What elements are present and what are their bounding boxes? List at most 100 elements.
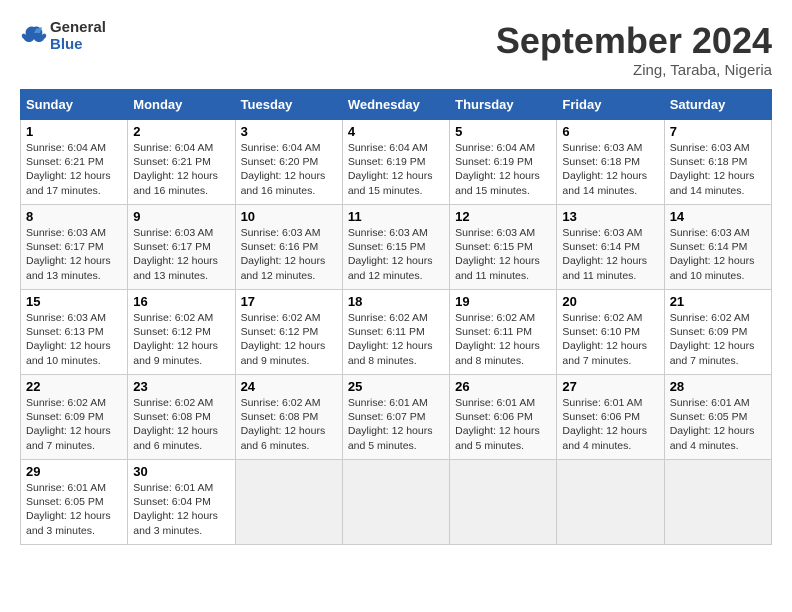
day-number: 30 bbox=[133, 464, 229, 479]
day-info: Sunrise: 6:01 AMSunset: 6:06 PMDaylight:… bbox=[562, 397, 647, 452]
day-info: Sunrise: 6:02 AMSunset: 6:08 PMDaylight:… bbox=[241, 397, 326, 452]
day-number: 25 bbox=[348, 379, 444, 394]
header-saturday: Saturday bbox=[664, 90, 771, 120]
table-cell: 13 Sunrise: 6:03 AMSunset: 6:14 PMDaylig… bbox=[557, 205, 664, 290]
table-cell: 25 Sunrise: 6:01 AMSunset: 6:07 PMDaylig… bbox=[342, 375, 449, 460]
day-info: Sunrise: 6:04 AMSunset: 6:19 PMDaylight:… bbox=[348, 142, 433, 197]
day-info: Sunrise: 6:02 AMSunset: 6:08 PMDaylight:… bbox=[133, 397, 218, 452]
logo-container: General Blue bbox=[20, 20, 106, 53]
day-info: Sunrise: 6:02 AMSunset: 6:09 PMDaylight:… bbox=[26, 397, 111, 452]
day-info: Sunrise: 6:03 AMSunset: 6:18 PMDaylight:… bbox=[562, 142, 647, 197]
table-cell: 23 Sunrise: 6:02 AMSunset: 6:08 PMDaylig… bbox=[128, 375, 235, 460]
calendar-table: Sunday Monday Tuesday Wednesday Thursday… bbox=[20, 89, 772, 545]
header-thursday: Thursday bbox=[450, 90, 557, 120]
table-cell: 30 Sunrise: 6:01 AMSunset: 6:04 PMDaylig… bbox=[128, 460, 235, 545]
day-number: 28 bbox=[670, 379, 766, 394]
day-info: Sunrise: 6:02 AMSunset: 6:11 PMDaylight:… bbox=[348, 312, 433, 367]
day-info: Sunrise: 6:03 AMSunset: 6:16 PMDaylight:… bbox=[241, 227, 326, 282]
day-info: Sunrise: 6:02 AMSunset: 6:10 PMDaylight:… bbox=[562, 312, 647, 367]
day-info: Sunrise: 6:02 AMSunset: 6:12 PMDaylight:… bbox=[241, 312, 326, 367]
day-info: Sunrise: 6:01 AMSunset: 6:06 PMDaylight:… bbox=[455, 397, 540, 452]
day-number: 19 bbox=[455, 294, 551, 309]
day-info: Sunrise: 6:01 AMSunset: 6:07 PMDaylight:… bbox=[348, 397, 433, 452]
day-number: 17 bbox=[241, 294, 337, 309]
table-cell: 19 Sunrise: 6:02 AMSunset: 6:11 PMDaylig… bbox=[450, 290, 557, 375]
day-number: 5 bbox=[455, 124, 551, 139]
table-cell: 28 Sunrise: 6:01 AMSunset: 6:05 PMDaylig… bbox=[664, 375, 771, 460]
day-info: Sunrise: 6:04 AMSunset: 6:19 PMDaylight:… bbox=[455, 142, 540, 197]
week-row-2: 8 Sunrise: 6:03 AMSunset: 6:17 PMDayligh… bbox=[21, 205, 772, 290]
day-number: 18 bbox=[348, 294, 444, 309]
table-cell: 24 Sunrise: 6:02 AMSunset: 6:08 PMDaylig… bbox=[235, 375, 342, 460]
day-info: Sunrise: 6:01 AMSunset: 6:04 PMDaylight:… bbox=[133, 482, 218, 537]
day-number: 7 bbox=[670, 124, 766, 139]
day-info: Sunrise: 6:02 AMSunset: 6:12 PMDaylight:… bbox=[133, 312, 218, 367]
table-cell: 26 Sunrise: 6:01 AMSunset: 6:06 PMDaylig… bbox=[450, 375, 557, 460]
week-row-5: 29 Sunrise: 6:01 AMSunset: 6:05 PMDaylig… bbox=[21, 460, 772, 545]
table-cell: 14 Sunrise: 6:03 AMSunset: 6:14 PMDaylig… bbox=[664, 205, 771, 290]
day-number: 24 bbox=[241, 379, 337, 394]
day-info: Sunrise: 6:04 AMSunset: 6:21 PMDaylight:… bbox=[133, 142, 218, 197]
day-number: 6 bbox=[562, 124, 658, 139]
table-cell: 6 Sunrise: 6:03 AMSunset: 6:18 PMDayligh… bbox=[557, 120, 664, 205]
day-number: 1 bbox=[26, 124, 122, 139]
day-number: 16 bbox=[133, 294, 229, 309]
day-number: 26 bbox=[455, 379, 551, 394]
day-number: 2 bbox=[133, 124, 229, 139]
table-cell: 15 Sunrise: 6:03 AMSunset: 6:13 PMDaylig… bbox=[21, 290, 128, 375]
table-cell bbox=[557, 460, 664, 545]
table-cell: 16 Sunrise: 6:02 AMSunset: 6:12 PMDaylig… bbox=[128, 290, 235, 375]
day-number: 27 bbox=[562, 379, 658, 394]
table-cell: 20 Sunrise: 6:02 AMSunset: 6:10 PMDaylig… bbox=[557, 290, 664, 375]
header-tuesday: Tuesday bbox=[235, 90, 342, 120]
table-cell: 21 Sunrise: 6:02 AMSunset: 6:09 PMDaylig… bbox=[664, 290, 771, 375]
day-number: 14 bbox=[670, 209, 766, 224]
day-number: 15 bbox=[26, 294, 122, 309]
day-number: 13 bbox=[562, 209, 658, 224]
day-info: Sunrise: 6:03 AMSunset: 6:17 PMDaylight:… bbox=[133, 227, 218, 282]
day-number: 12 bbox=[455, 209, 551, 224]
day-number: 22 bbox=[26, 379, 122, 394]
table-cell bbox=[235, 460, 342, 545]
day-number: 3 bbox=[241, 124, 337, 139]
day-info: Sunrise: 6:03 AMSunset: 6:15 PMDaylight:… bbox=[348, 227, 433, 282]
table-cell: 10 Sunrise: 6:03 AMSunset: 6:16 PMDaylig… bbox=[235, 205, 342, 290]
table-cell: 22 Sunrise: 6:02 AMSunset: 6:09 PMDaylig… bbox=[21, 375, 128, 460]
header-sunday: Sunday bbox=[21, 90, 128, 120]
day-info: Sunrise: 6:02 AMSunset: 6:11 PMDaylight:… bbox=[455, 312, 540, 367]
day-number: 23 bbox=[133, 379, 229, 394]
logo-text-general: General bbox=[50, 20, 106, 37]
day-number: 29 bbox=[26, 464, 122, 479]
table-cell: 17 Sunrise: 6:02 AMSunset: 6:12 PMDaylig… bbox=[235, 290, 342, 375]
day-info: Sunrise: 6:01 AMSunset: 6:05 PMDaylight:… bbox=[26, 482, 111, 537]
table-cell: 3 Sunrise: 6:04 AMSunset: 6:20 PMDayligh… bbox=[235, 120, 342, 205]
day-number: 20 bbox=[562, 294, 658, 309]
week-row-4: 22 Sunrise: 6:02 AMSunset: 6:09 PMDaylig… bbox=[21, 375, 772, 460]
header-wednesday: Wednesday bbox=[342, 90, 449, 120]
logo-bird-icon bbox=[20, 23, 48, 51]
day-number: 9 bbox=[133, 209, 229, 224]
table-cell: 11 Sunrise: 6:03 AMSunset: 6:15 PMDaylig… bbox=[342, 205, 449, 290]
table-cell: 5 Sunrise: 6:04 AMSunset: 6:19 PMDayligh… bbox=[450, 120, 557, 205]
page-header: General Blue September 2024 Zing, Taraba… bbox=[20, 20, 772, 79]
table-cell: 18 Sunrise: 6:02 AMSunset: 6:11 PMDaylig… bbox=[342, 290, 449, 375]
week-row-3: 15 Sunrise: 6:03 AMSunset: 6:13 PMDaylig… bbox=[21, 290, 772, 375]
table-cell: 7 Sunrise: 6:03 AMSunset: 6:18 PMDayligh… bbox=[664, 120, 771, 205]
header-friday: Friday bbox=[557, 90, 664, 120]
day-number: 10 bbox=[241, 209, 337, 224]
table-cell: 9 Sunrise: 6:03 AMSunset: 6:17 PMDayligh… bbox=[128, 205, 235, 290]
table-cell: 1 Sunrise: 6:04 AMSunset: 6:21 PMDayligh… bbox=[21, 120, 128, 205]
day-info: Sunrise: 6:03 AMSunset: 6:18 PMDaylight:… bbox=[670, 142, 755, 197]
table-cell: 12 Sunrise: 6:03 AMSunset: 6:15 PMDaylig… bbox=[450, 205, 557, 290]
day-info: Sunrise: 6:03 AMSunset: 6:15 PMDaylight:… bbox=[455, 227, 540, 282]
day-number: 21 bbox=[670, 294, 766, 309]
day-info: Sunrise: 6:03 AMSunset: 6:13 PMDaylight:… bbox=[26, 312, 111, 367]
day-info: Sunrise: 6:03 AMSunset: 6:14 PMDaylight:… bbox=[562, 227, 647, 282]
month-title: September 2024 bbox=[496, 20, 772, 62]
table-cell: 29 Sunrise: 6:01 AMSunset: 6:05 PMDaylig… bbox=[21, 460, 128, 545]
logo-text-blue: Blue bbox=[50, 37, 106, 54]
title-block: September 2024 Zing, Taraba, Nigeria bbox=[496, 20, 772, 79]
table-cell bbox=[342, 460, 449, 545]
table-cell: 2 Sunrise: 6:04 AMSunset: 6:21 PMDayligh… bbox=[128, 120, 235, 205]
day-info: Sunrise: 6:02 AMSunset: 6:09 PMDaylight:… bbox=[670, 312, 755, 367]
